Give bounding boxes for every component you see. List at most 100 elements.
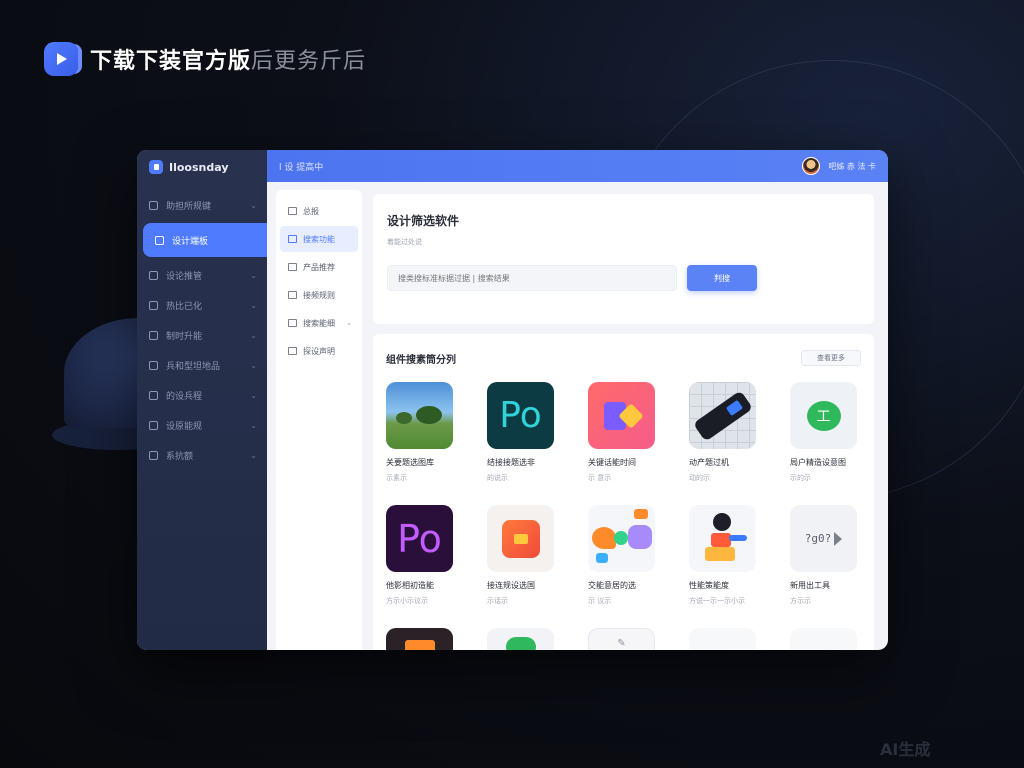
sidebar-item[interactable]: 制时升能 ⌄ [137, 320, 267, 350]
sidebar-item-label: 设论推管 [166, 271, 203, 282]
app-name: 关要题选图库 [386, 458, 434, 467]
subnav-item-label: 总报 [303, 206, 319, 216]
subnav-item-icon [288, 291, 297, 299]
app-name: 他影相初造能 [386, 581, 434, 590]
view-more-button[interactable]: 查看更多 [801, 350, 861, 366]
sidebar-item[interactable]: 系抗额 ⌄ [137, 440, 267, 470]
avatar[interactable] [802, 157, 821, 175]
app-card[interactable]: 性能策能度方说一示一示小示 [689, 505, 769, 606]
sidebar-item[interactable]: 设计端板 [143, 223, 267, 257]
subnav-item-label: 产品推荐 [303, 262, 335, 272]
chevron-down-icon: ⌄ [250, 330, 257, 340]
shapes-app-icon [588, 505, 655, 572]
banner-title: 下载下装官方版 [90, 49, 252, 74]
app-meta: 方说一示一示小示 [689, 597, 745, 605]
menu-item-icon [149, 300, 158, 310]
subnav-item[interactable]: 总报 [280, 198, 358, 224]
search-description: 着能过处说 [387, 238, 422, 246]
soft-app-icon [487, 628, 554, 650]
po-purple-app-icon: Po [386, 505, 453, 572]
app-card[interactable] [487, 628, 567, 650]
top-bar: l 设 提高中 吧姊 赤 法 卡 [267, 150, 888, 182]
search-row: 判搜 [387, 265, 860, 291]
app-meta: 动的示 [689, 474, 710, 482]
brand-name: Iloosnday [169, 160, 229, 174]
app-window: Iloosnday 助担所规键 ⌄ 设计端板 设论推管 ⌄ 热比已化 ⌄ 制时升能 ⌄ 兵和型坦地… [137, 150, 888, 650]
brand-logo-icon [149, 160, 163, 174]
user-name[interactable]: 吧姊 赤 法 卡 [828, 161, 876, 172]
app-card[interactable]: 关键话能时间示 意示 [588, 382, 668, 483]
subnav-item-icon [288, 207, 297, 215]
menu-item-icon [149, 330, 158, 340]
search-input[interactable] [387, 265, 677, 291]
sidebar-item[interactable]: 助担所规键 ⌄ [137, 190, 267, 220]
subnav-item-icon [288, 319, 297, 327]
sidebar-item-label: 兵和型坦地品 [166, 361, 221, 372]
sidebar-item-label: 的设兵程 [166, 391, 203, 402]
app-card[interactable]: 工局户精造设意图 示的示 [790, 382, 870, 483]
chevron-down-icon: ⌄ [250, 270, 257, 280]
brand[interactable]: Iloosnday [137, 150, 267, 184]
coral-app-icon [588, 382, 655, 449]
promo-banner: 下载下装官方版 后更务斤后 [44, 42, 366, 76]
subnav-item[interactable]: 接频规则 [280, 282, 358, 308]
app-card[interactable]: ✎ [588, 628, 668, 650]
menu-item-icon [149, 450, 158, 460]
subnav-item-label: 搜索能细 [303, 318, 335, 328]
app-meta: 示话示 [487, 597, 508, 605]
app-card[interactable] [790, 628, 870, 650]
sidebar-nav: 助担所规键 ⌄ 设计端板 设论推管 ⌄ 热比已化 ⌄ 制时升能 ⌄ 兵和型坦地品 ⌄ 的设兵程 ⌄ 设原能… [137, 190, 267, 470]
sidebar-item-label: 制时升能 [166, 331, 203, 342]
sidebar-item[interactable]: 设论推管 ⌄ [137, 260, 267, 290]
sidebar-item-label: 系抗额 [166, 451, 194, 462]
landscape-app-icon [386, 382, 453, 449]
sidebar-item[interactable]: 设原能规 ⌄ [137, 410, 267, 440]
app-meta: 示 意示 [588, 474, 612, 482]
sidebar-item[interactable]: 热比已化 ⌄ [137, 290, 267, 320]
app-meta: 方示示 [790, 597, 811, 605]
chevron-down-icon: ⌄ [346, 319, 352, 327]
app-card[interactable]: Po 他影相初造能 方示小示议示 [386, 505, 466, 606]
breadcrumb[interactable]: l 设 提高中 [279, 160, 802, 173]
person-app-icon [689, 505, 756, 572]
dark-app-icon [386, 628, 453, 650]
app-name: 新用出工具 [790, 581, 830, 590]
app-name: 性能策能度 [689, 581, 729, 590]
app-meta: 示 议示 [588, 597, 612, 605]
app-card[interactable] [386, 628, 466, 650]
app-card[interactable]: 关要题选图库 示素示 [386, 382, 466, 483]
search-button[interactable]: 判搜 [687, 265, 757, 291]
sidebar-item[interactable]: 的设兵程 ⌄ [137, 380, 267, 410]
app-name: 交能意居的选 [588, 581, 636, 590]
app-card[interactable]: 动产题过机 动的示 [689, 382, 769, 483]
menu-item-icon [155, 235, 164, 245]
app-meta: 示的示 [790, 474, 811, 482]
chevron-down-icon: ⌄ [250, 450, 257, 460]
app-meta: 方示小示议示 [386, 597, 428, 605]
sub-navigation: 总报搜索功能产品推荐接频规则搜索能细 ⌄ 探设声明 [276, 190, 362, 650]
grid-app-icon [689, 382, 756, 449]
subnav-item[interactable]: 探设声明 [280, 338, 358, 364]
subnav-item-label: 搜索功能 [303, 234, 335, 244]
results-title: 组件搜素筒分列 [386, 354, 456, 366]
app-card[interactable]: ?g0? 新用出工具 方示示 [790, 505, 870, 606]
app-card[interactable]: Po 结接接题选非 的说示 [487, 382, 567, 483]
menu-item-icon [149, 200, 158, 210]
menu-item-icon [149, 390, 158, 400]
menu-item-icon [149, 270, 158, 280]
app-name: 关键话能时间 [588, 458, 636, 467]
subnav-item[interactable]: 搜索能细 ⌄ [280, 310, 358, 336]
bubble-app-icon: 工 [790, 382, 857, 449]
subnav-item[interactable]: 产品推荐 [280, 254, 358, 280]
app-meta: 的说示 [487, 474, 508, 482]
app-name: 结接接题选非 [487, 458, 535, 467]
subnav-item-icon [288, 347, 297, 355]
app-card[interactable]: 交能意居的选示 议示 [588, 505, 668, 606]
chevron-down-icon: ⌄ [250, 390, 257, 400]
subnav-item[interactable]: 搜索功能 [280, 226, 358, 252]
chevron-down-icon: ⌄ [250, 300, 257, 310]
app-card[interactable] [689, 628, 769, 650]
sidebar-item[interactable]: 兵和型坦地品 ⌄ [137, 350, 267, 380]
sketch-app-icon: ✎ [588, 628, 655, 650]
app-card[interactable]: 接连规设选国 示话示 [487, 505, 567, 606]
